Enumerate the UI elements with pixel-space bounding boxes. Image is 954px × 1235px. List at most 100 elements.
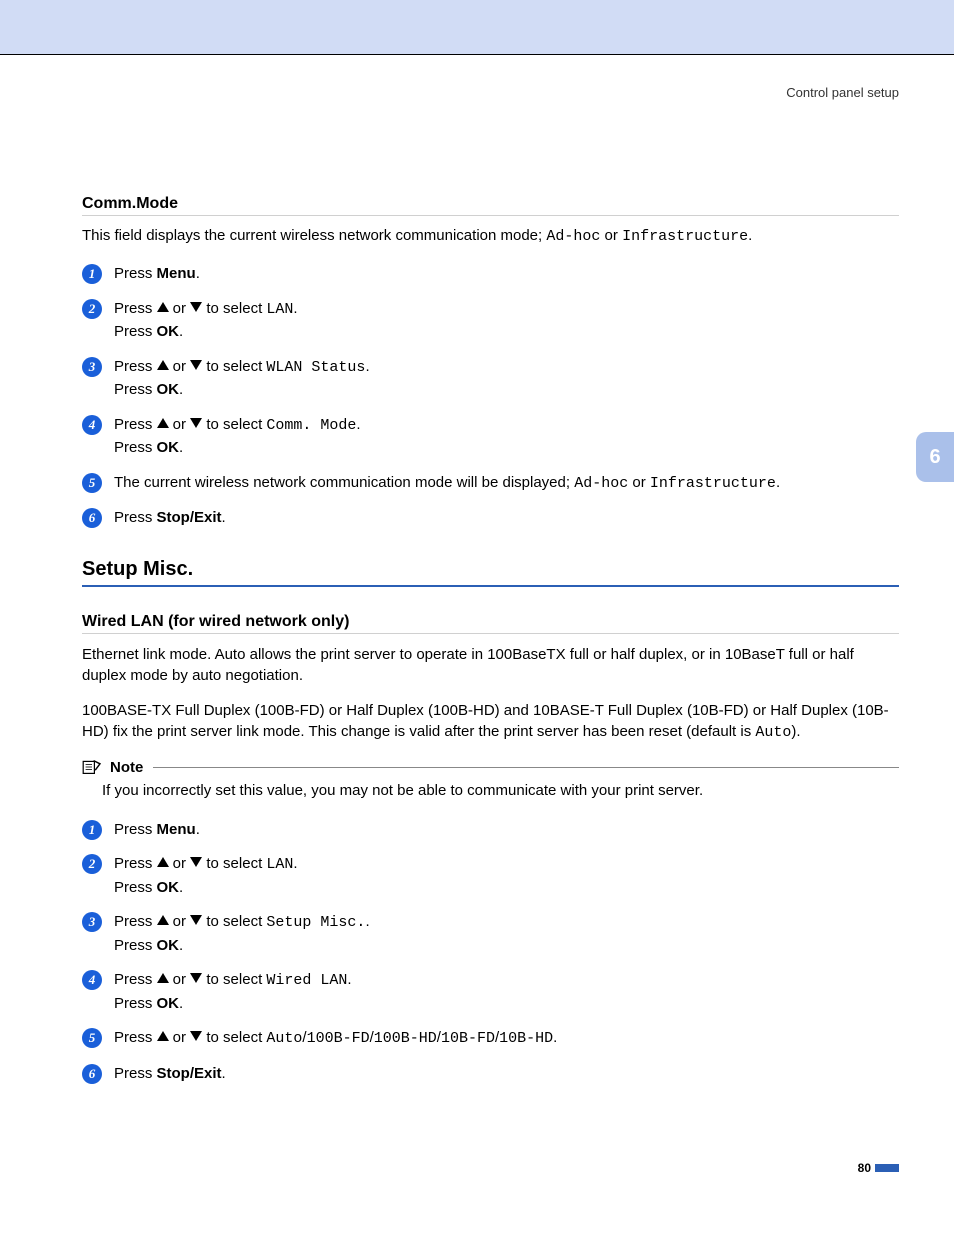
page-number: 80 xyxy=(858,1161,875,1175)
text: . xyxy=(179,937,183,954)
arrow-down-icon xyxy=(190,973,202,983)
button-label: Stop/Exit xyxy=(157,1065,222,1082)
menu-value: Wired LAN xyxy=(266,972,347,989)
text: to select xyxy=(202,913,266,930)
text: or xyxy=(169,300,191,317)
step-number-icon: 3 xyxy=(82,357,102,377)
button-label: OK xyxy=(157,995,180,1012)
text: . xyxy=(222,509,226,526)
step-body: Press or to select LAN. Press OK. xyxy=(114,298,899,344)
step-1: 1 Press Menu. xyxy=(82,819,899,842)
text-mono: Infrastructure xyxy=(622,228,748,245)
arrow-down-icon xyxy=(190,857,202,867)
arrow-down-icon xyxy=(190,1031,202,1041)
text: or xyxy=(169,358,191,375)
button-label: OK xyxy=(157,937,180,954)
text: The current wireless network communicati… xyxy=(114,474,574,491)
text: or xyxy=(169,416,191,433)
text: Press xyxy=(114,821,157,838)
arrow-up-icon xyxy=(157,418,169,428)
text: Press xyxy=(114,971,157,988)
step-number-icon: 5 xyxy=(82,473,102,493)
text: Press xyxy=(114,1029,157,1046)
text-mono: Infrastructure xyxy=(650,475,776,492)
text: to select xyxy=(202,416,266,433)
text: . xyxy=(179,995,183,1012)
text: . xyxy=(196,265,200,282)
wired-lan-heading: Wired LAN (for wired network only) xyxy=(82,613,899,634)
arrow-up-icon xyxy=(157,973,169,983)
arrow-up-icon xyxy=(157,302,169,312)
text-mono: Auto xyxy=(755,724,791,741)
step-number-icon: 6 xyxy=(82,1064,102,1084)
note-icon xyxy=(82,759,102,775)
text: Press xyxy=(114,323,157,340)
text: . xyxy=(553,1029,557,1046)
text: . xyxy=(293,855,297,872)
arrow-up-icon xyxy=(157,857,169,867)
step-5: 5 The current wireless network communica… xyxy=(82,472,899,496)
step-4: 4 Press or to select Wired LAN. Press OK… xyxy=(82,969,899,1015)
wired-lan-para2: 100BASE-TX Full Duplex (100B-FD) or Half… xyxy=(82,700,899,743)
arrow-up-icon xyxy=(157,1031,169,1041)
step-number-icon: 4 xyxy=(82,970,102,990)
text: . xyxy=(748,227,752,244)
text: . xyxy=(776,474,780,491)
step-body: Press or to select Wired LAN. Press OK. xyxy=(114,969,899,1015)
step-number-icon: 5 xyxy=(82,1028,102,1048)
comm-mode-heading: Comm.Mode xyxy=(82,195,899,216)
button-label: OK xyxy=(157,439,180,456)
step-body: The current wireless network communicati… xyxy=(114,472,899,496)
text: or xyxy=(169,1029,191,1046)
text: Press xyxy=(114,358,157,375)
arrow-down-icon xyxy=(190,360,202,370)
text: . xyxy=(179,879,183,896)
step-number-icon: 3 xyxy=(82,912,102,932)
text: . xyxy=(222,1065,226,1082)
step-5: 5 Press or to select Auto/100B-FD/100B-H… xyxy=(82,1027,899,1051)
text-mono: Ad-hoc xyxy=(546,228,600,245)
menu-value: 10B-HD xyxy=(499,1030,553,1047)
step-body: Press or to select Setup Misc.. Press OK… xyxy=(114,911,899,957)
arrow-up-icon xyxy=(157,915,169,925)
text: Press xyxy=(114,265,157,282)
step-3: 3 Press or to select Setup Misc.. Press … xyxy=(82,911,899,957)
step-body: Press Stop/Exit. xyxy=(114,1063,899,1086)
button-label: OK xyxy=(157,323,180,340)
top-band xyxy=(0,0,954,55)
comm-mode-intro: This field displays the current wireless… xyxy=(82,226,899,247)
menu-value: 10B-FD xyxy=(441,1030,495,1047)
text: Press xyxy=(114,937,157,954)
chapter-tab: 6 xyxy=(916,432,954,482)
note-box: Note If you incorrectly set this value, … xyxy=(82,759,899,801)
text: to select xyxy=(202,1029,266,1046)
page-number-bar-icon xyxy=(875,1164,899,1172)
text: . xyxy=(179,381,183,398)
step-body: Press Menu. xyxy=(114,263,899,286)
menu-value: 100B-FD xyxy=(307,1030,370,1047)
text: ). xyxy=(791,723,800,740)
step-body: Press Menu. xyxy=(114,819,899,842)
step-number-icon: 2 xyxy=(82,299,102,319)
text: Press xyxy=(114,879,157,896)
menu-value: 100B-HD xyxy=(374,1030,437,1047)
text: . xyxy=(356,416,360,433)
text: to select xyxy=(202,300,266,317)
note-label: Note xyxy=(108,759,147,776)
button-label: Menu xyxy=(157,265,196,282)
text: . xyxy=(196,821,200,838)
text: . xyxy=(179,439,183,456)
arrow-down-icon xyxy=(190,915,202,925)
header-right: Control panel setup xyxy=(786,85,899,100)
text: Press xyxy=(114,381,157,398)
text: This field displays the current wireless… xyxy=(82,227,546,244)
step-body: Press Stop/Exit. xyxy=(114,507,899,530)
step-body: Press or to select WLAN Status. Press OK… xyxy=(114,356,899,402)
menu-value: LAN xyxy=(266,301,293,318)
step-body: Press or to select Auto/100B-FD/100B-HD/… xyxy=(114,1027,899,1051)
text: to select xyxy=(202,855,266,872)
step-4: 4 Press or to select Comm. Mode. Press O… xyxy=(82,414,899,460)
arrow-down-icon xyxy=(190,302,202,312)
step-6: 6 Press Stop/Exit. xyxy=(82,507,899,530)
button-label: Menu xyxy=(157,821,196,838)
